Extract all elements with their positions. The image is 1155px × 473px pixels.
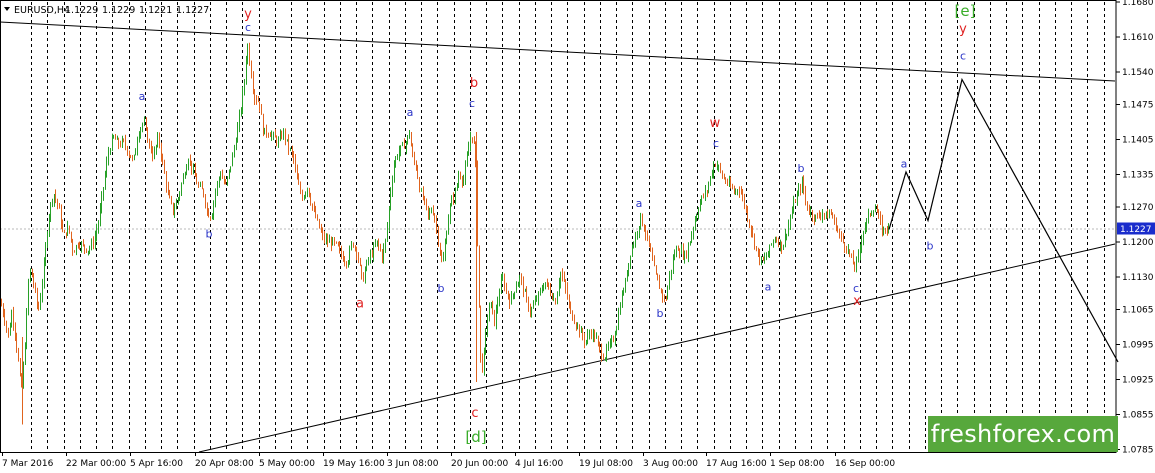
- x-tick-label: 5 May 00:00: [259, 459, 315, 469]
- current-price-label: 1.1227: [1120, 225, 1152, 235]
- trend-layer: [0, 21, 1116, 453]
- wave-label: y: [244, 7, 252, 22]
- x-tick-label: 5 Apr 16:00: [130, 459, 183, 469]
- header-dropdown-icon: [4, 7, 10, 11]
- header-symbol: EURUSD,H4: [14, 5, 70, 16]
- wave-label: c: [960, 50, 966, 63]
- freshforex-logo: freshforex.com: [928, 416, 1118, 452]
- y-tick-label: 1.1130: [1122, 273, 1154, 283]
- y-tick-label: 1.1475: [1122, 101, 1154, 111]
- wave-label: c: [245, 21, 251, 34]
- x-tick-label: 16 Sep 00:00: [835, 459, 895, 469]
- wave-label: b: [470, 76, 478, 91]
- wave-label: w: [710, 116, 721, 131]
- chart-svg: ycabaabbcc[d]abwcba cxab[e]yc 1.16801.161…: [0, 0, 1155, 469]
- y-tick-label: 1.0855: [1122, 411, 1154, 421]
- header-open: 1.1229: [65, 5, 98, 16]
- wave-label: a: [636, 197, 643, 210]
- candle-layer: [1, 42, 889, 425]
- y-tick-label: 1.1610: [1122, 33, 1154, 43]
- projection-path: [888, 77, 1119, 363]
- header-close: 1.1227: [176, 5, 209, 16]
- wave-label: a: [901, 158, 908, 171]
- y-tick-label: 1.0995: [1122, 341, 1154, 351]
- x-tick-label: 3 Aug 00:00: [643, 459, 698, 469]
- wave-label: a: [139, 90, 146, 103]
- wave-label: c: [469, 97, 475, 110]
- projection-layer: [888, 77, 1119, 363]
- x-tick-label: 20 Apr 08:00: [195, 459, 254, 469]
- x-tick-label: 7 Mar 2016: [2, 459, 54, 469]
- x-tick-label: 17 Aug 16:00: [706, 459, 767, 469]
- x-tick-label: 3 Jun 08:00: [387, 459, 439, 469]
- y-tick-label: 1.1065: [1122, 306, 1154, 316]
- label-layer: ycabaabbcc[d]abwcba cxab[e]yc: [139, 2, 976, 446]
- y-tick-label: 1.1540: [1122, 68, 1154, 78]
- y-tick-label: 1.1335: [1122, 171, 1154, 181]
- header-low: 1.1221: [139, 5, 172, 16]
- wave-label: b: [657, 307, 664, 320]
- wave-label: x: [853, 294, 861, 309]
- x-tick-label: 19 May 16:00: [323, 459, 385, 469]
- grid-layer: [0, 2, 1116, 452]
- y-tick-label: 1.1200: [1122, 238, 1154, 248]
- y-tick-label: 1.1270: [1122, 203, 1154, 213]
- wave-label: c: [713, 137, 719, 150]
- wave-label: a: [356, 297, 364, 312]
- axis-layer: 1.1680 1.1610 1.1540 1.1475 1.1405 1.1335 1.12…: [0, 0, 1155, 469]
- wave-label: [d]: [465, 428, 486, 446]
- x-tick-label: 1 Sep 08:00: [770, 459, 825, 469]
- wave-label: b: [798, 162, 805, 175]
- wave-label: b: [927, 240, 934, 253]
- wave-label: c: [471, 406, 478, 421]
- y-tick-label: 1.0925: [1122, 376, 1154, 386]
- header-layer: EURUSD,H4 1.1229 1.1229 1.1221 1.1227: [4, 5, 209, 16]
- plot-frame: [0, 0, 1117, 453]
- y-tick-label: 1.1405: [1122, 136, 1154, 146]
- wave-label: b: [206, 228, 213, 241]
- header-high: 1.1229: [102, 5, 135, 16]
- y-tick-label: 1.0785: [1122, 446, 1154, 456]
- x-tick-label: 4 Jul 16:00: [515, 459, 564, 469]
- x-tick-label: 20 Jun 00:00: [451, 459, 508, 469]
- wave-label: [e]: [955, 2, 976, 20]
- wave-label: a: [765, 281, 772, 294]
- wave-label: b: [438, 282, 445, 295]
- wave-label: a: [407, 106, 414, 119]
- x-tick-label: 22 Mar 00:00: [66, 459, 126, 469]
- y-tick-label: 1.1680: [1122, 0, 1154, 8]
- wave-label: y: [959, 22, 967, 37]
- x-tick-label: 19 Jul 08:00: [579, 459, 633, 469]
- trendline-upper: [0, 21, 1116, 82]
